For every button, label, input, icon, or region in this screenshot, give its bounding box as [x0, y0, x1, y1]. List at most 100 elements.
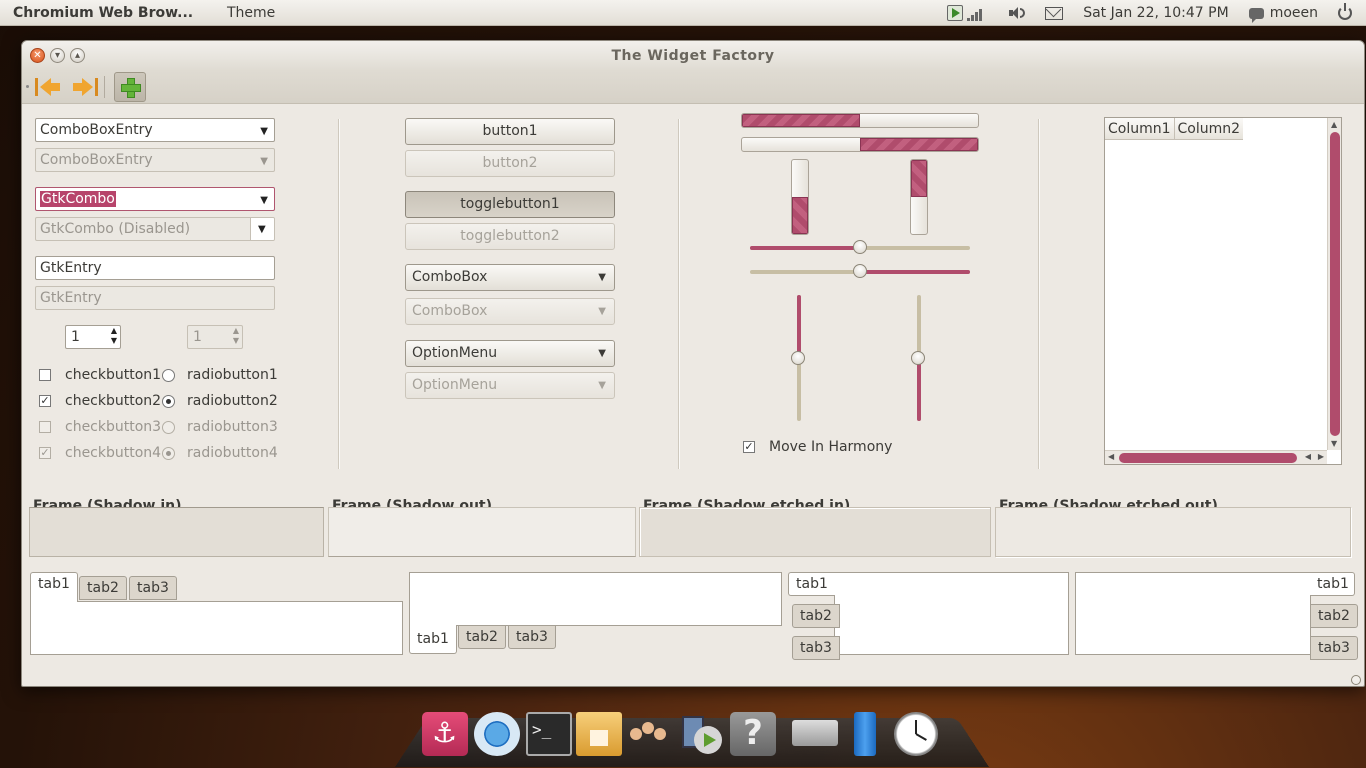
- resize-grip-icon[interactable]: [1351, 675, 1361, 685]
- notebook-bottom-tab3[interactable]: tab3: [508, 625, 556, 649]
- notebook-top-tab3[interactable]: tab3: [129, 576, 177, 600]
- vertical-scrollbar-thumb[interactable]: [1330, 132, 1340, 436]
- checkbutton2[interactable]: ✓ checkbutton2: [39, 393, 161, 409]
- progress-fill: [792, 197, 808, 234]
- radiobutton2[interactable]: radiobutton2: [162, 393, 278, 409]
- column2-header[interactable]: Column2: [1175, 118, 1244, 139]
- top-panel: Chromium Web Brow... Theme Sat Jan 22, 1…: [0, 0, 1366, 26]
- mail-icon[interactable]: [1045, 6, 1064, 20]
- togglebutton2: togglebutton2: [405, 223, 615, 250]
- combobox-entry-disabled: ComboBoxEntry ▼: [35, 148, 275, 172]
- toolbar-grip-icon[interactable]: [26, 85, 29, 88]
- gtkcombo[interactable]: GtkCombo ▼: [35, 187, 275, 211]
- notebook-left-tab3[interactable]: tab3: [792, 636, 840, 660]
- togglebutton1[interactable]: togglebutton1: [405, 191, 615, 218]
- video-player-launcher-icon[interactable]: [678, 712, 724, 756]
- radio-off-icon: [162, 368, 175, 382]
- button1[interactable]: button1: [405, 118, 615, 145]
- menu-theme[interactable]: Theme: [227, 5, 275, 21]
- gtkcombo-disabled: GtkCombo (Disabled) ▼: [35, 217, 275, 241]
- clock-datetime[interactable]: Sat Jan 22, 10:47 PM: [1083, 5, 1228, 21]
- spin-arrows-icon[interactable]: ▲ ▼: [111, 326, 117, 346]
- notebook-bottom-tab2[interactable]: tab2: [458, 625, 506, 649]
- combobox[interactable]: ComboBox ▼: [405, 264, 615, 291]
- notebook-top-tab2[interactable]: tab2: [79, 576, 127, 600]
- scroll-up-icon[interactable]: ▲: [1331, 120, 1337, 129]
- notebook-left-tab2[interactable]: tab2: [792, 604, 840, 628]
- go-last-button[interactable]: [68, 73, 98, 101]
- combobox-disabled-label: ComboBox: [412, 303, 488, 319]
- chromium-launcher-icon[interactable]: [474, 712, 520, 756]
- notebook-right-tab3[interactable]: tab3: [1310, 636, 1358, 660]
- notebook-right-tab1[interactable]: tab1: [1310, 572, 1355, 596]
- gtkcombo-disabled-button: ▼: [250, 218, 274, 240]
- radiobutton1-label: radiobutton1: [187, 367, 278, 383]
- spin-arrows-icon: ▲ ▼: [232, 326, 239, 345]
- dropdown-arrow-icon[interactable]: ▼: [260, 124, 268, 140]
- hscale-1[interactable]: [750, 240, 970, 254]
- notebook-top-tab1[interactable]: tab1: [30, 572, 78, 602]
- radiobutton4: radiobutton4: [162, 445, 278, 461]
- terminal-launcher-icon[interactable]: >_: [526, 712, 572, 756]
- hscale-fill: [860, 270, 970, 274]
- move-in-harmony-checkbox[interactable]: ✓ Move In Harmony: [743, 439, 892, 455]
- button2: button2: [405, 150, 615, 177]
- scroll-left-icon[interactable]: ◀: [1305, 452, 1311, 461]
- scroll-right-icon[interactable]: ▶: [1318, 452, 1324, 461]
- dropdown-arrow-icon: ▼: [598, 306, 606, 317]
- notebook-left-tab1[interactable]: tab1: [788, 572, 835, 596]
- vscale-2[interactable]: [911, 295, 925, 421]
- scroll-left-icon[interactable]: ◀: [1108, 452, 1114, 461]
- scroll-down-icon[interactable]: ▼: [1331, 439, 1337, 448]
- session-menu[interactable]: [1338, 3, 1352, 20]
- spin-button[interactable]: 1 ▲ ▼: [65, 325, 121, 349]
- people-launcher-icon[interactable]: [626, 712, 672, 756]
- combobox-entry[interactable]: ComboBoxEntry ▼: [35, 118, 275, 142]
- dropdown-arrow-icon[interactable]: ▼: [260, 193, 268, 209]
- dropdown-arrow-icon: ▼: [598, 272, 606, 283]
- vscale-1-slider-knob[interactable]: [791, 351, 805, 365]
- volume-icon[interactable]: [1007, 5, 1026, 21]
- go-first-button[interactable]: [35, 73, 66, 101]
- titlebar[interactable]: ✕ ▾ ▴ The Widget Factory: [22, 41, 1364, 71]
- user-menu[interactable]: moeen: [1248, 5, 1318, 23]
- hscale-fill: [750, 246, 860, 250]
- clock-launcher-icon[interactable]: [894, 712, 938, 756]
- active-app-title[interactable]: Chromium Web Brow...: [13, 5, 213, 21]
- notebook-right-tab2[interactable]: tab2: [1310, 604, 1358, 628]
- vscale-2-slider-knob[interactable]: [911, 351, 925, 365]
- add-button[interactable]: [114, 72, 146, 102]
- checkbutton2-label: checkbutton2: [65, 393, 162, 409]
- dock: ⚓ >_ ?: [395, 706, 989, 768]
- help-launcher-icon[interactable]: ?: [730, 712, 776, 756]
- notebook-bottom-tab1[interactable]: tab1: [409, 625, 457, 654]
- optionmenu[interactable]: OptionMenu ▼: [405, 340, 615, 367]
- hscale-2-slider-knob[interactable]: [853, 264, 867, 278]
- drive-launcher-icon[interactable]: [792, 720, 838, 746]
- notebook-bottom-page: [409, 572, 782, 626]
- hscale-1-slider-knob[interactable]: [853, 240, 867, 254]
- radiobutton1[interactable]: radiobutton1: [162, 367, 278, 383]
- vertical-scrollbar[interactable]: ▲ ▼: [1327, 118, 1341, 450]
- arrow-left-icon: [35, 78, 60, 96]
- tree-header: Column1 Column2: [1105, 118, 1244, 140]
- optionmenu-disabled-label: OptionMenu: [412, 377, 498, 393]
- home-folder-launcher-icon[interactable]: [576, 712, 622, 756]
- horizontal-scrollbar[interactable]: ◀ ◀ ▶: [1105, 450, 1327, 464]
- battery-launcher-icon[interactable]: [854, 712, 876, 756]
- gtkentry-text: GtkEntry: [40, 260, 102, 276]
- network-indicator-icon[interactable]: [943, 4, 987, 22]
- radiobutton2-label: radiobutton2: [187, 393, 278, 409]
- power-icon: [1338, 3, 1352, 20]
- hscale-2[interactable]: [750, 264, 970, 278]
- spin-button-disabled: 1 ▲ ▼: [187, 325, 243, 349]
- vscale-fill: [797, 295, 801, 358]
- column1-header[interactable]: Column1: [1105, 118, 1175, 139]
- horizontal-scrollbar-thumb[interactable]: [1119, 453, 1297, 463]
- tree-view[interactable]: Column1 Column2 ▲ ▼ ◀ ◀ ▶: [1104, 117, 1342, 465]
- vscale-1[interactable]: [791, 295, 805, 421]
- anchor-launcher-icon[interactable]: ⚓: [422, 712, 468, 756]
- progress-bar-vertical-2: [910, 159, 928, 235]
- checkbutton1[interactable]: checkbutton1: [39, 367, 161, 383]
- gtkentry[interactable]: GtkEntry: [35, 256, 275, 280]
